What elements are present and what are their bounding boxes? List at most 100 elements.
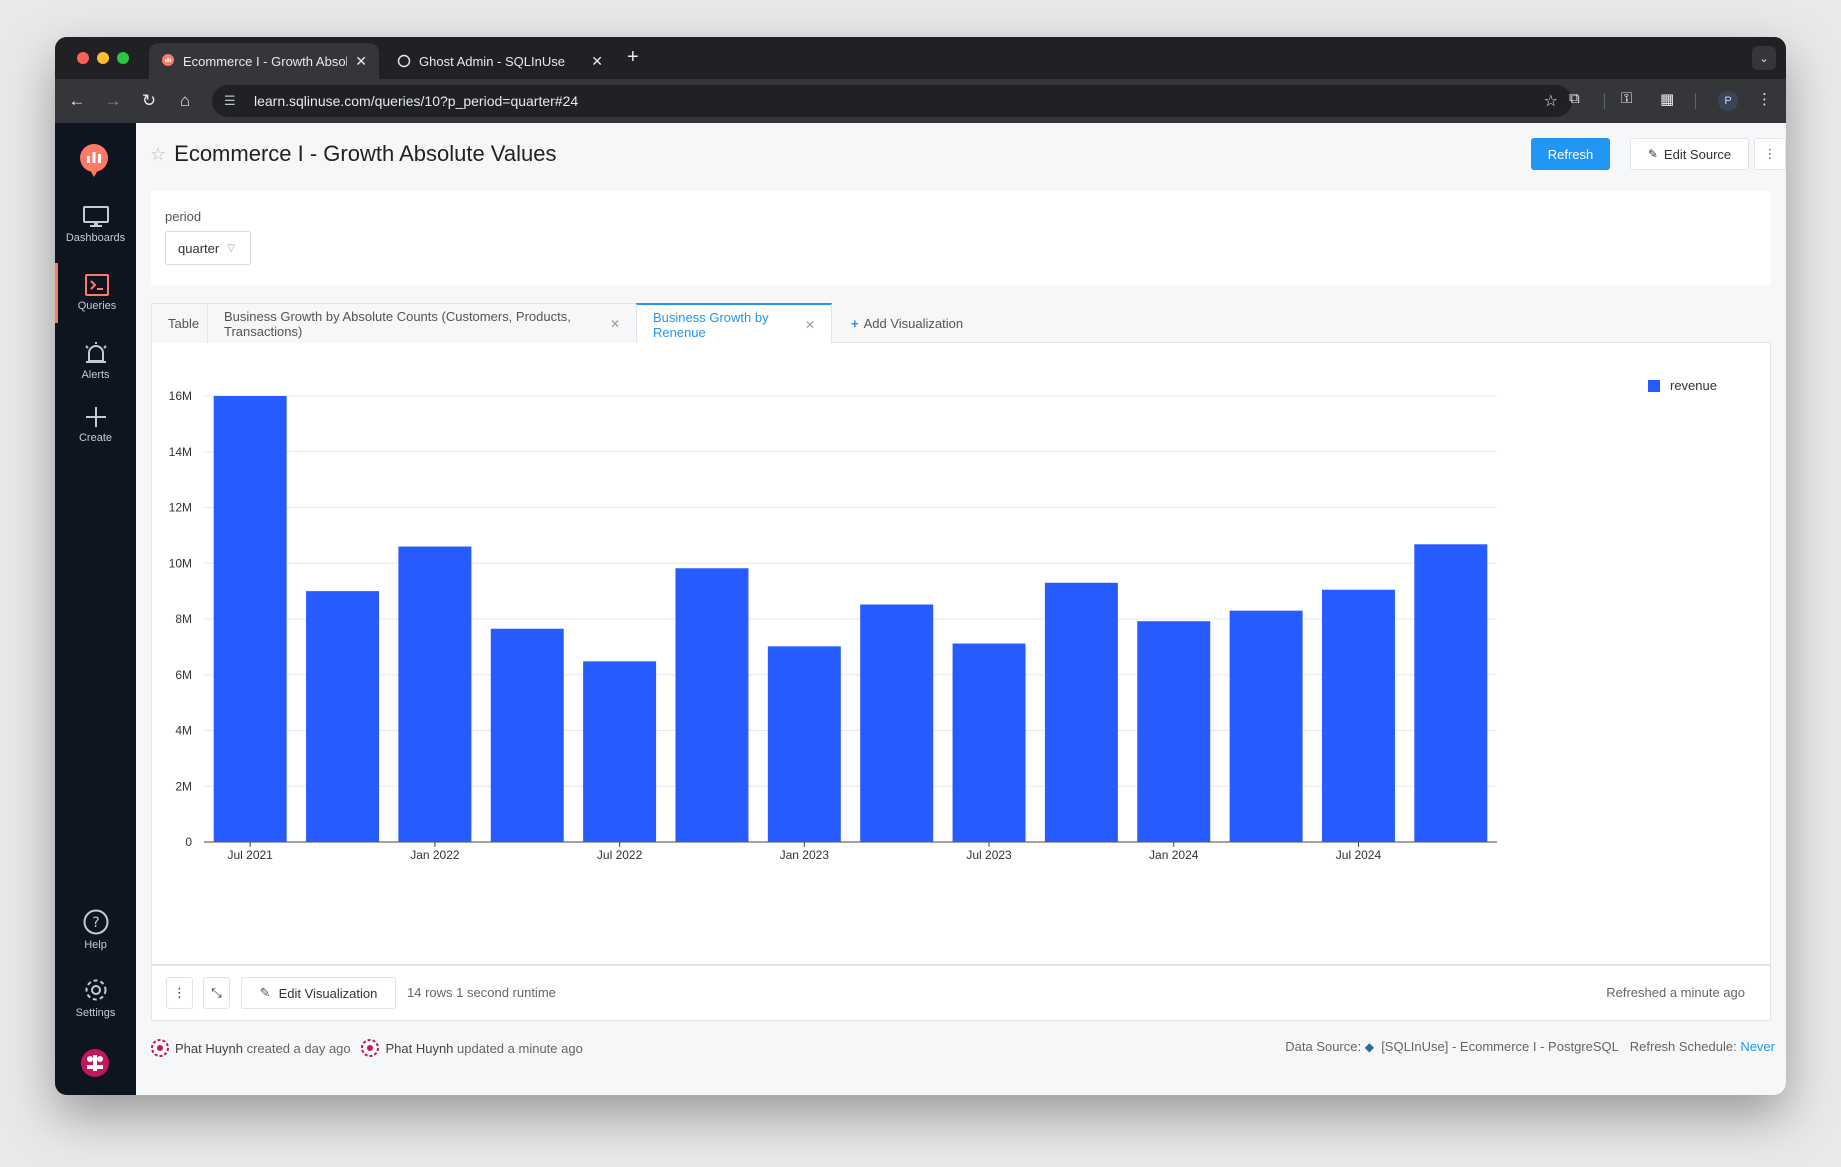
- sidebar-item-label: Queries: [77, 300, 117, 312]
- bar[interactable]: [1229, 610, 1303, 842]
- y-tick-label: 10M: [169, 556, 192, 570]
- close-tab-icon[interactable]: ✕: [355, 53, 367, 70]
- refresh-button[interactable]: Refresh: [1531, 138, 1610, 170]
- plus-icon: +: [851, 315, 859, 331]
- updater-name: Phat Huynh: [385, 1040, 454, 1056]
- user-avatar[interactable]: [81, 1049, 109, 1077]
- profile-avatar[interactable]: P: [1718, 91, 1738, 111]
- bar[interactable]: [490, 628, 564, 842]
- bar[interactable]: [860, 604, 934, 842]
- browser-window: Ecommerce I - Growth Absolu ✕ Ghost Admi…: [55, 37, 1786, 1095]
- sidebar-item-alerts[interactable]: Alerts: [55, 331, 136, 391]
- bar[interactable]: [213, 396, 287, 842]
- legend-label: revenue: [1670, 378, 1717, 393]
- y-tick-label: 12M: [169, 501, 192, 515]
- creator-name: Phat Huynh: [175, 1040, 243, 1056]
- visualization-tabs: Table Business Growth by Absolute Counts…: [151, 303, 1771, 344]
- back-icon[interactable]: ←: [65, 89, 89, 113]
- y-tick-label: 16M: [169, 389, 192, 403]
- query-metadata: Phat Huynh created a day ago Phat Huynh …: [151, 1039, 1786, 1059]
- refresh-schedule-link[interactable]: Never: [1740, 1039, 1775, 1054]
- favorite-star-icon[interactable]: ☆: [150, 144, 166, 165]
- bar[interactable]: [1137, 621, 1211, 842]
- y-tick-label: 4M: [175, 724, 192, 738]
- chart-legend[interactable]: revenue: [1648, 378, 1717, 393]
- runtime: 1 second runtime: [456, 985, 556, 1000]
- bar[interactable]: [583, 661, 657, 842]
- revenue-bar-chart: 02M4M6M8M10M12M14M16M Jul 2021 Jan 2022 Ju…: [169, 378, 1717, 862]
- creator-avatar: [151, 1039, 169, 1057]
- bar[interactable]: [1321, 589, 1395, 842]
- maximize-window-button[interactable]: [117, 52, 129, 64]
- close-icon[interactable]: ✕: [610, 317, 620, 331]
- qr-icon[interactable]: ▦: [1660, 90, 1674, 108]
- sidebar-item-help[interactable]: ? Help: [55, 900, 136, 960]
- rows-info: 14 rows 1 second runtime: [407, 985, 556, 1000]
- sidebar-item-dashboards[interactable]: Dashboards: [55, 195, 136, 255]
- sidebar-item-settings[interactable]: Settings: [55, 968, 136, 1028]
- y-tick-label: 0: [185, 835, 192, 849]
- chart-grid: [204, 395, 1497, 843]
- tab-table[interactable]: Table: [151, 303, 208, 343]
- edit-source-button[interactable]: ✎ Edit Source: [1630, 138, 1749, 170]
- visualization-footer: ⋮ ⤡ ✎ Edit Visualization 14 rows 1 secon…: [151, 965, 1771, 1021]
- bar[interactable]: [1044, 582, 1118, 842]
- tab-absolute-counts[interactable]: Business Growth by Absolute Counts (Cust…: [207, 303, 637, 343]
- passwords-icon[interactable]: ⚿: [1621, 90, 1632, 107]
- refresh-schedule-label: Refresh Schedule:: [1629, 1039, 1737, 1054]
- browser-tab-active[interactable]: Ecommerce I - Growth Absolu ✕: [149, 43, 379, 79]
- bookmark-star-icon[interactable]: ☆: [1544, 91, 1558, 111]
- page-header: ☆ Ecommerce I - Growth Absolute Values: [150, 141, 556, 167]
- fullscreen-button[interactable]: ⤡: [203, 977, 230, 1009]
- viz-menu-button[interactable]: ⋮: [166, 977, 193, 1009]
- home-icon[interactable]: ⌂: [173, 89, 197, 113]
- tab-revenue[interactable]: Business Growth by Renenue ✕: [636, 303, 832, 344]
- redash-logo-icon[interactable]: [77, 143, 111, 177]
- bar[interactable]: [952, 643, 1026, 842]
- minimize-window-button[interactable]: [97, 52, 109, 64]
- tab-strip: Ecommerce I - Growth Absolu ✕ Ghost Admi…: [55, 37, 1786, 79]
- bar[interactable]: [398, 546, 472, 842]
- x-axis: Jul 2021 Jan 2022 Jul 2022 Jan 2023 Jul 2023…: [227, 842, 1381, 862]
- y-tick-label: 6M: [175, 668, 192, 682]
- created-time: created a day ago: [246, 1040, 351, 1056]
- terminal-icon: [85, 274, 109, 296]
- legend-swatch: [1648, 380, 1660, 392]
- tab-search-icon[interactable]: ⌄: [1752, 46, 1776, 70]
- forward-icon[interactable]: →: [101, 89, 125, 113]
- x-tick-label: Jul 2024: [1336, 848, 1382, 862]
- bar[interactable]: [1414, 544, 1488, 842]
- browser-tab[interactable]: Ghost Admin - SQLInUse ✕: [385, 43, 615, 79]
- sidebar-item-label: Help: [84, 939, 107, 951]
- site-info-icon[interactable]: ☰: [224, 93, 244, 109]
- address-bar[interactable]: ☰ learn.sqlinuse.com/queries/10?p_period…: [212, 85, 1572, 117]
- reload-icon[interactable]: ↻: [137, 89, 161, 113]
- bar[interactable]: [767, 646, 841, 842]
- close-window-button[interactable]: [77, 52, 89, 64]
- close-tab-icon[interactable]: ✕: [591, 53, 603, 70]
- close-icon[interactable]: ✕: [805, 318, 815, 332]
- add-visualization-button[interactable]: + Add Visualization: [835, 303, 979, 343]
- row-count: 14 rows: [407, 985, 453, 1000]
- x-tick-label: Jul 2022: [597, 848, 643, 862]
- parameters-panel: period quarter ▽: [151, 191, 1771, 285]
- sidebar-item-create[interactable]: Create: [55, 395, 136, 455]
- browser-menu-icon[interactable]: ⋮: [1757, 90, 1772, 108]
- alarm-icon: [84, 342, 107, 363]
- edit-visualization-button[interactable]: ✎ Edit Visualization: [241, 977, 396, 1009]
- data-source-label: Data Source:: [1285, 1039, 1362, 1054]
- extensions-icon[interactable]: ⧉: [1569, 90, 1580, 107]
- sidebar-item-queries[interactable]: Queries: [55, 263, 136, 323]
- new-tab-icon[interactable]: +: [627, 46, 639, 69]
- help-icon: ?: [83, 909, 108, 935]
- bar[interactable]: [675, 568, 749, 842]
- y-tick-label: 2M: [175, 779, 192, 793]
- bar[interactable]: [306, 591, 380, 842]
- svg-text:?: ?: [92, 915, 99, 931]
- tab-label: Business Growth by Renenue: [653, 309, 769, 340]
- edit-icon: ✎: [259, 985, 271, 1000]
- more-actions-button[interactable]: ⋮: [1754, 138, 1786, 170]
- period-select[interactable]: quarter ▽: [165, 231, 251, 265]
- sidebar-item-label: Settings: [75, 1007, 116, 1019]
- postgresql-icon: ◆: [1364, 1039, 1374, 1054]
